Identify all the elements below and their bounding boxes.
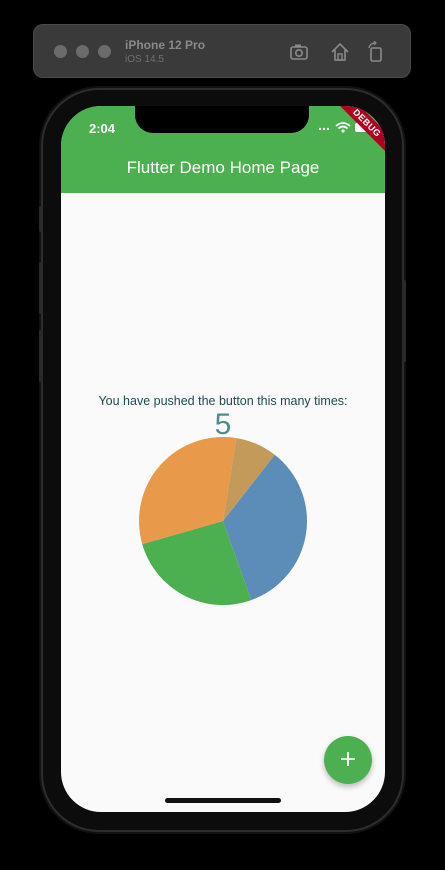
simulator-device-name: iPhone 12 Pro: [125, 38, 206, 52]
mute-switch: [39, 206, 43, 232]
notch: [135, 106, 309, 133]
status-time: 2:04: [89, 121, 116, 136]
app-screen: 2:04 Flutter Demo Home Page DEBUG You ha…: [61, 106, 385, 812]
simulator-os-version: iOS 14.5: [125, 54, 164, 65]
signal-icon: [318, 127, 330, 131]
counter-label: You have pushed the button this many tim…: [98, 394, 348, 408]
wifi-icon: [335, 122, 351, 133]
minimize-window-button[interactable]: [76, 45, 89, 58]
volume-up-button: [39, 262, 43, 314]
power-button: [402, 280, 406, 362]
screenshot-icon[interactable]: [289, 41, 311, 63]
app-bar: 2:04 Flutter Demo Home Page: [61, 106, 385, 193]
app-bar-title: Flutter Demo Home Page: [126, 158, 320, 177]
volume-down-button: [39, 330, 43, 382]
zoom-window-button[interactable]: [98, 45, 111, 58]
increment-button[interactable]: +: [324, 736, 372, 784]
rotate-icon[interactable]: [365, 41, 387, 63]
home-icon[interactable]: [329, 41, 351, 63]
add-icon: +: [338, 747, 358, 772]
pie-chart: [139, 437, 307, 605]
home-indicator[interactable]: [165, 798, 281, 803]
simulator-toolbar: iPhone 12 Pro iOS 14.5: [33, 24, 411, 78]
close-window-button[interactable]: [54, 45, 67, 58]
